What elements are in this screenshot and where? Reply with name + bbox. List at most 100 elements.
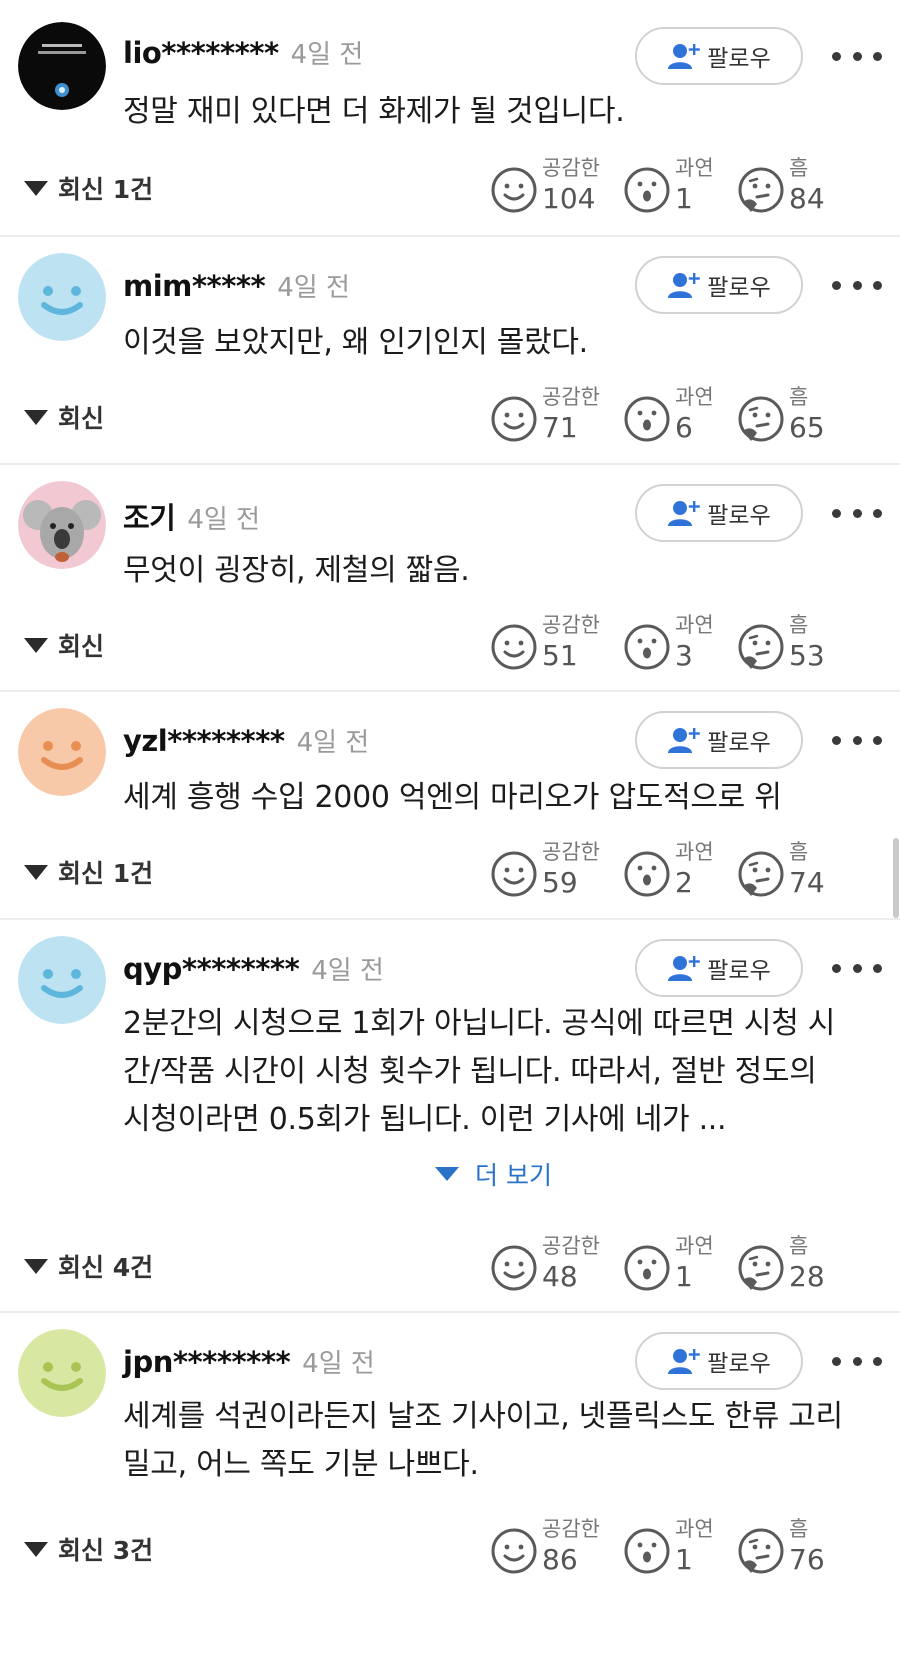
- reaction-like[interactable]: 공감한 71: [490, 381, 620, 451]
- timestamp: 4일 전: [290, 40, 364, 70]
- reaction-label: 과연: [675, 156, 714, 180]
- avatar-image: [18, 708, 106, 796]
- comment-item: yzl******** 4일 전 팔로우 세계 흥행 수입 2000 억엔의 마…: [0, 692, 900, 920]
- reply-toggle[interactable]: 회신 4건: [24, 1248, 153, 1284]
- reaction-hmm[interactable]: 흠 84: [737, 152, 867, 222]
- avatar[interactable]: [18, 253, 106, 341]
- comment-line: 밀고, 어느 쪽도 기분 나쁘다.: [123, 1447, 479, 1482]
- follow-button[interactable]: 팔로우: [635, 484, 803, 542]
- caret-down-icon: [24, 864, 48, 880]
- follow-button[interactable]: 팔로우: [635, 256, 803, 314]
- reaction-label: 과연: [675, 840, 714, 864]
- avatar[interactable]: [18, 708, 106, 796]
- follow-button[interactable]: 팔로우: [635, 1332, 803, 1390]
- avatar[interactable]: [18, 1329, 106, 1417]
- reply-toggle[interactable]: 회신: [24, 627, 104, 663]
- avatar[interactable]: [18, 22, 106, 110]
- comment-text: 무엇이 굉장히, 제철의 짧음.: [123, 547, 883, 595]
- follow-button[interactable]: 팔로우: [635, 939, 803, 997]
- reply-count: 회신 3건: [58, 1536, 154, 1565]
- more-options-icon[interactable]: [832, 36, 882, 76]
- reply-toggle[interactable]: 회신 1건: [24, 854, 153, 890]
- comment-line: 무엇이 굉장히, 제철의 짧음.: [123, 553, 470, 588]
- reaction-wow[interactable]: 과연 3: [623, 609, 753, 679]
- reaction-label: 공감한: [542, 1234, 600, 1258]
- reaction-label: 흠: [789, 1234, 809, 1258]
- reaction-like[interactable]: 공감한 104: [490, 152, 620, 222]
- avatar[interactable]: [18, 936, 106, 1024]
- reaction-wow[interactable]: 과연 1: [623, 152, 753, 222]
- comment-text: 세계 흥행 수입 2000 억엔의 마리오가 압도적으로 위: [123, 774, 883, 822]
- smile-face-icon: [491, 1528, 537, 1574]
- reaction-wow[interactable]: 과연 1: [623, 1230, 753, 1300]
- reaction-wow[interactable]: 과연 2: [623, 836, 753, 906]
- caret-down-icon: [24, 1541, 48, 1557]
- more-options-icon[interactable]: [832, 265, 882, 305]
- avatar-image: [18, 253, 106, 341]
- timestamp: 4일 전: [277, 273, 350, 303]
- show-more-link[interactable]: 더 보기: [435, 1156, 552, 1192]
- scrollbar[interactable]: [893, 838, 899, 918]
- follow-label: 팔로우: [707, 958, 771, 984]
- surprised-face-icon: [624, 851, 670, 897]
- reaction-count: 59: [542, 866, 578, 899]
- thinking-face-icon: [738, 1528, 784, 1574]
- comment-line: 간/작품 시간이 시청 횟수가 됩니다. 따라서, 절반 정도의: [123, 1054, 817, 1089]
- reaction-count: 65: [789, 411, 825, 444]
- more-options-icon[interactable]: [832, 493, 882, 533]
- surprised-face-icon: [624, 396, 670, 442]
- reaction-like[interactable]: 공감한 48: [490, 1230, 620, 1300]
- surprised-face-icon: [624, 167, 670, 213]
- reaction-label: 공감한: [542, 613, 600, 637]
- more-options-icon[interactable]: [832, 720, 882, 760]
- avatar-image: [18, 1329, 106, 1417]
- reply-toggle[interactable]: 회신 3건: [24, 1531, 153, 1567]
- reaction-label: 흠: [789, 1517, 809, 1541]
- reaction-wow[interactable]: 과연 6: [623, 381, 753, 451]
- reaction-count: 84: [789, 182, 825, 215]
- reaction-count: 53: [789, 639, 825, 672]
- reaction-hmm[interactable]: 흠 65: [737, 381, 867, 451]
- thinking-face-icon: [738, 624, 784, 670]
- reaction-label: 과연: [675, 1234, 714, 1258]
- username[interactable]: lio********: [123, 36, 279, 70]
- reply-count: 회신 1건: [58, 175, 154, 204]
- avatar[interactable]: [18, 481, 106, 569]
- reaction-wow[interactable]: 과연 1: [623, 1513, 753, 1583]
- reaction-hmm[interactable]: 흠 53: [737, 609, 867, 679]
- reaction-like[interactable]: 공감한 59: [490, 836, 620, 906]
- username[interactable]: 조기: [123, 495, 176, 537]
- reaction-count: 1: [675, 1260, 693, 1293]
- follow-button[interactable]: 팔로우: [635, 711, 803, 769]
- timestamp: 4일 전: [302, 1349, 375, 1379]
- comment-item: jpn******** 4일 전 팔로우 세계를 석권이라든지 날조 기사이고,…: [0, 1313, 900, 1677]
- comment-line: 이것을 보았지만, 왜 인기인지 몰랐다.: [123, 325, 588, 360]
- reaction-like[interactable]: 공감한 86: [490, 1513, 620, 1583]
- more-options-icon[interactable]: [832, 948, 882, 988]
- reaction-count: 6: [675, 411, 693, 444]
- reaction-label: 흠: [789, 156, 809, 180]
- reaction-hmm[interactable]: 흠 74: [737, 836, 867, 906]
- reaction-hmm[interactable]: 흠 28: [737, 1230, 867, 1300]
- username[interactable]: qyp********: [123, 952, 300, 986]
- username[interactable]: jpn********: [123, 1345, 291, 1379]
- reply-toggle[interactable]: 회신 1건: [24, 170, 153, 206]
- add-person-icon: [668, 728, 701, 753]
- caret-down-icon: [24, 180, 48, 196]
- username[interactable]: mim*****: [123, 269, 266, 303]
- comment-line: 2분간의 시청으로 1회가 아닙니다. 공식에 따르면 시청 시: [123, 1006, 836, 1041]
- reply-toggle[interactable]: 회신: [24, 399, 104, 435]
- reaction-count: 2: [675, 866, 693, 899]
- follow-label: 팔로우: [707, 46, 771, 72]
- show-more-label: 더 보기: [475, 1161, 552, 1190]
- caret-down-icon: [435, 1167, 459, 1181]
- smile-face-icon: [491, 1245, 537, 1291]
- timestamp: 4일 전: [187, 505, 261, 535]
- reaction-hmm[interactable]: 흠 76: [737, 1513, 867, 1583]
- follow-button[interactable]: 팔로우: [635, 27, 803, 85]
- reaction-like[interactable]: 공감한 51: [490, 609, 620, 679]
- username[interactable]: yzl********: [123, 724, 285, 758]
- more-options-icon[interactable]: [832, 1341, 882, 1381]
- thinking-face-icon: [738, 851, 784, 897]
- reaction-count: 74: [789, 866, 825, 899]
